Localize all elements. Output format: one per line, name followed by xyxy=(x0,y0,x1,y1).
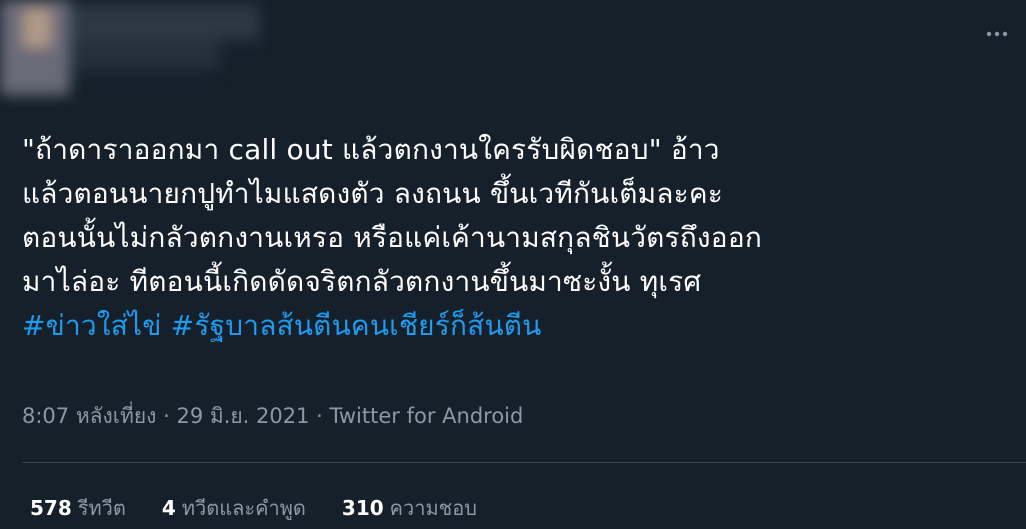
likes-stat[interactable]: 310 ความชอบ xyxy=(342,492,477,524)
tweet-line: แล้วตอนนายกปูทำไมแสดงตัว ลงถนน ขึ้นเวทีก… xyxy=(22,177,724,210)
hashtag-link[interactable]: #รัฐบาลส้นตีนคนเชียร์ก็ส้นตีน xyxy=(171,309,542,342)
retweets-label: รีทวีต xyxy=(77,496,126,520)
blurred-author-info xyxy=(0,0,280,95)
retweets-stat[interactable]: 578 รีทวีต xyxy=(30,492,126,524)
quotes-stat[interactable]: 4 ทวีตและคำพูด xyxy=(162,492,306,524)
hashtag-link[interactable]: #ข่าวใส่ไข่ xyxy=(22,309,162,342)
likes-count: 310 xyxy=(341,496,384,520)
likes-label: ความชอบ xyxy=(389,496,477,520)
tweet-time: 8:07 หลังเที่ยง xyxy=(22,404,157,428)
tweet-metadata: 8:07 หลังเที่ยง · 29 มิ.ย. 2021 · Twitte… xyxy=(22,400,523,433)
quotes-count: 4 xyxy=(161,496,176,520)
hashtag-line: #ข่าวใส่ไข่ #รัฐบาลส้นตีนคนเชียร์ก็ส้นตี… xyxy=(22,304,1012,348)
quotes-label: ทวีตและคำพูด xyxy=(181,496,306,520)
tweet-body: "ถ้าดาราออกมา call out แล้วตกงานใครรับผิ… xyxy=(22,128,1012,348)
meta-separator: · xyxy=(316,404,323,428)
tweet-line: ตอนนั้นไม่กลัวตกงานเหรอ หรือแค่เค้านามสก… xyxy=(22,221,762,254)
more-horizontal-icon xyxy=(986,31,1008,37)
divider xyxy=(22,462,1026,463)
retweets-count: 578 xyxy=(30,496,72,520)
tweet-line: มาไล่อะ ทีตอนนี้เกิดดัดจริตกลัวตกงานขึ้น… xyxy=(22,265,702,298)
tweet-header xyxy=(0,0,1026,100)
tweet-line: "ถ้าดาราออกมา call out แล้วตกงานใครรับผิ… xyxy=(22,133,720,166)
tweet-date: 29 มิ.ย. 2021 xyxy=(176,404,310,428)
tweet-source-link[interactable]: Twitter for Android xyxy=(330,404,524,428)
meta-separator: · xyxy=(163,404,170,428)
tweet-timestamp-link[interactable]: 8:07 หลังเที่ยง · 29 มิ.ย. 2021 xyxy=(22,404,309,428)
tweet-stats: 578 รีทวีต 4 ทวีตและคำพูด 310 ความชอบ xyxy=(30,492,477,524)
more-options-button[interactable] xyxy=(982,22,1012,46)
